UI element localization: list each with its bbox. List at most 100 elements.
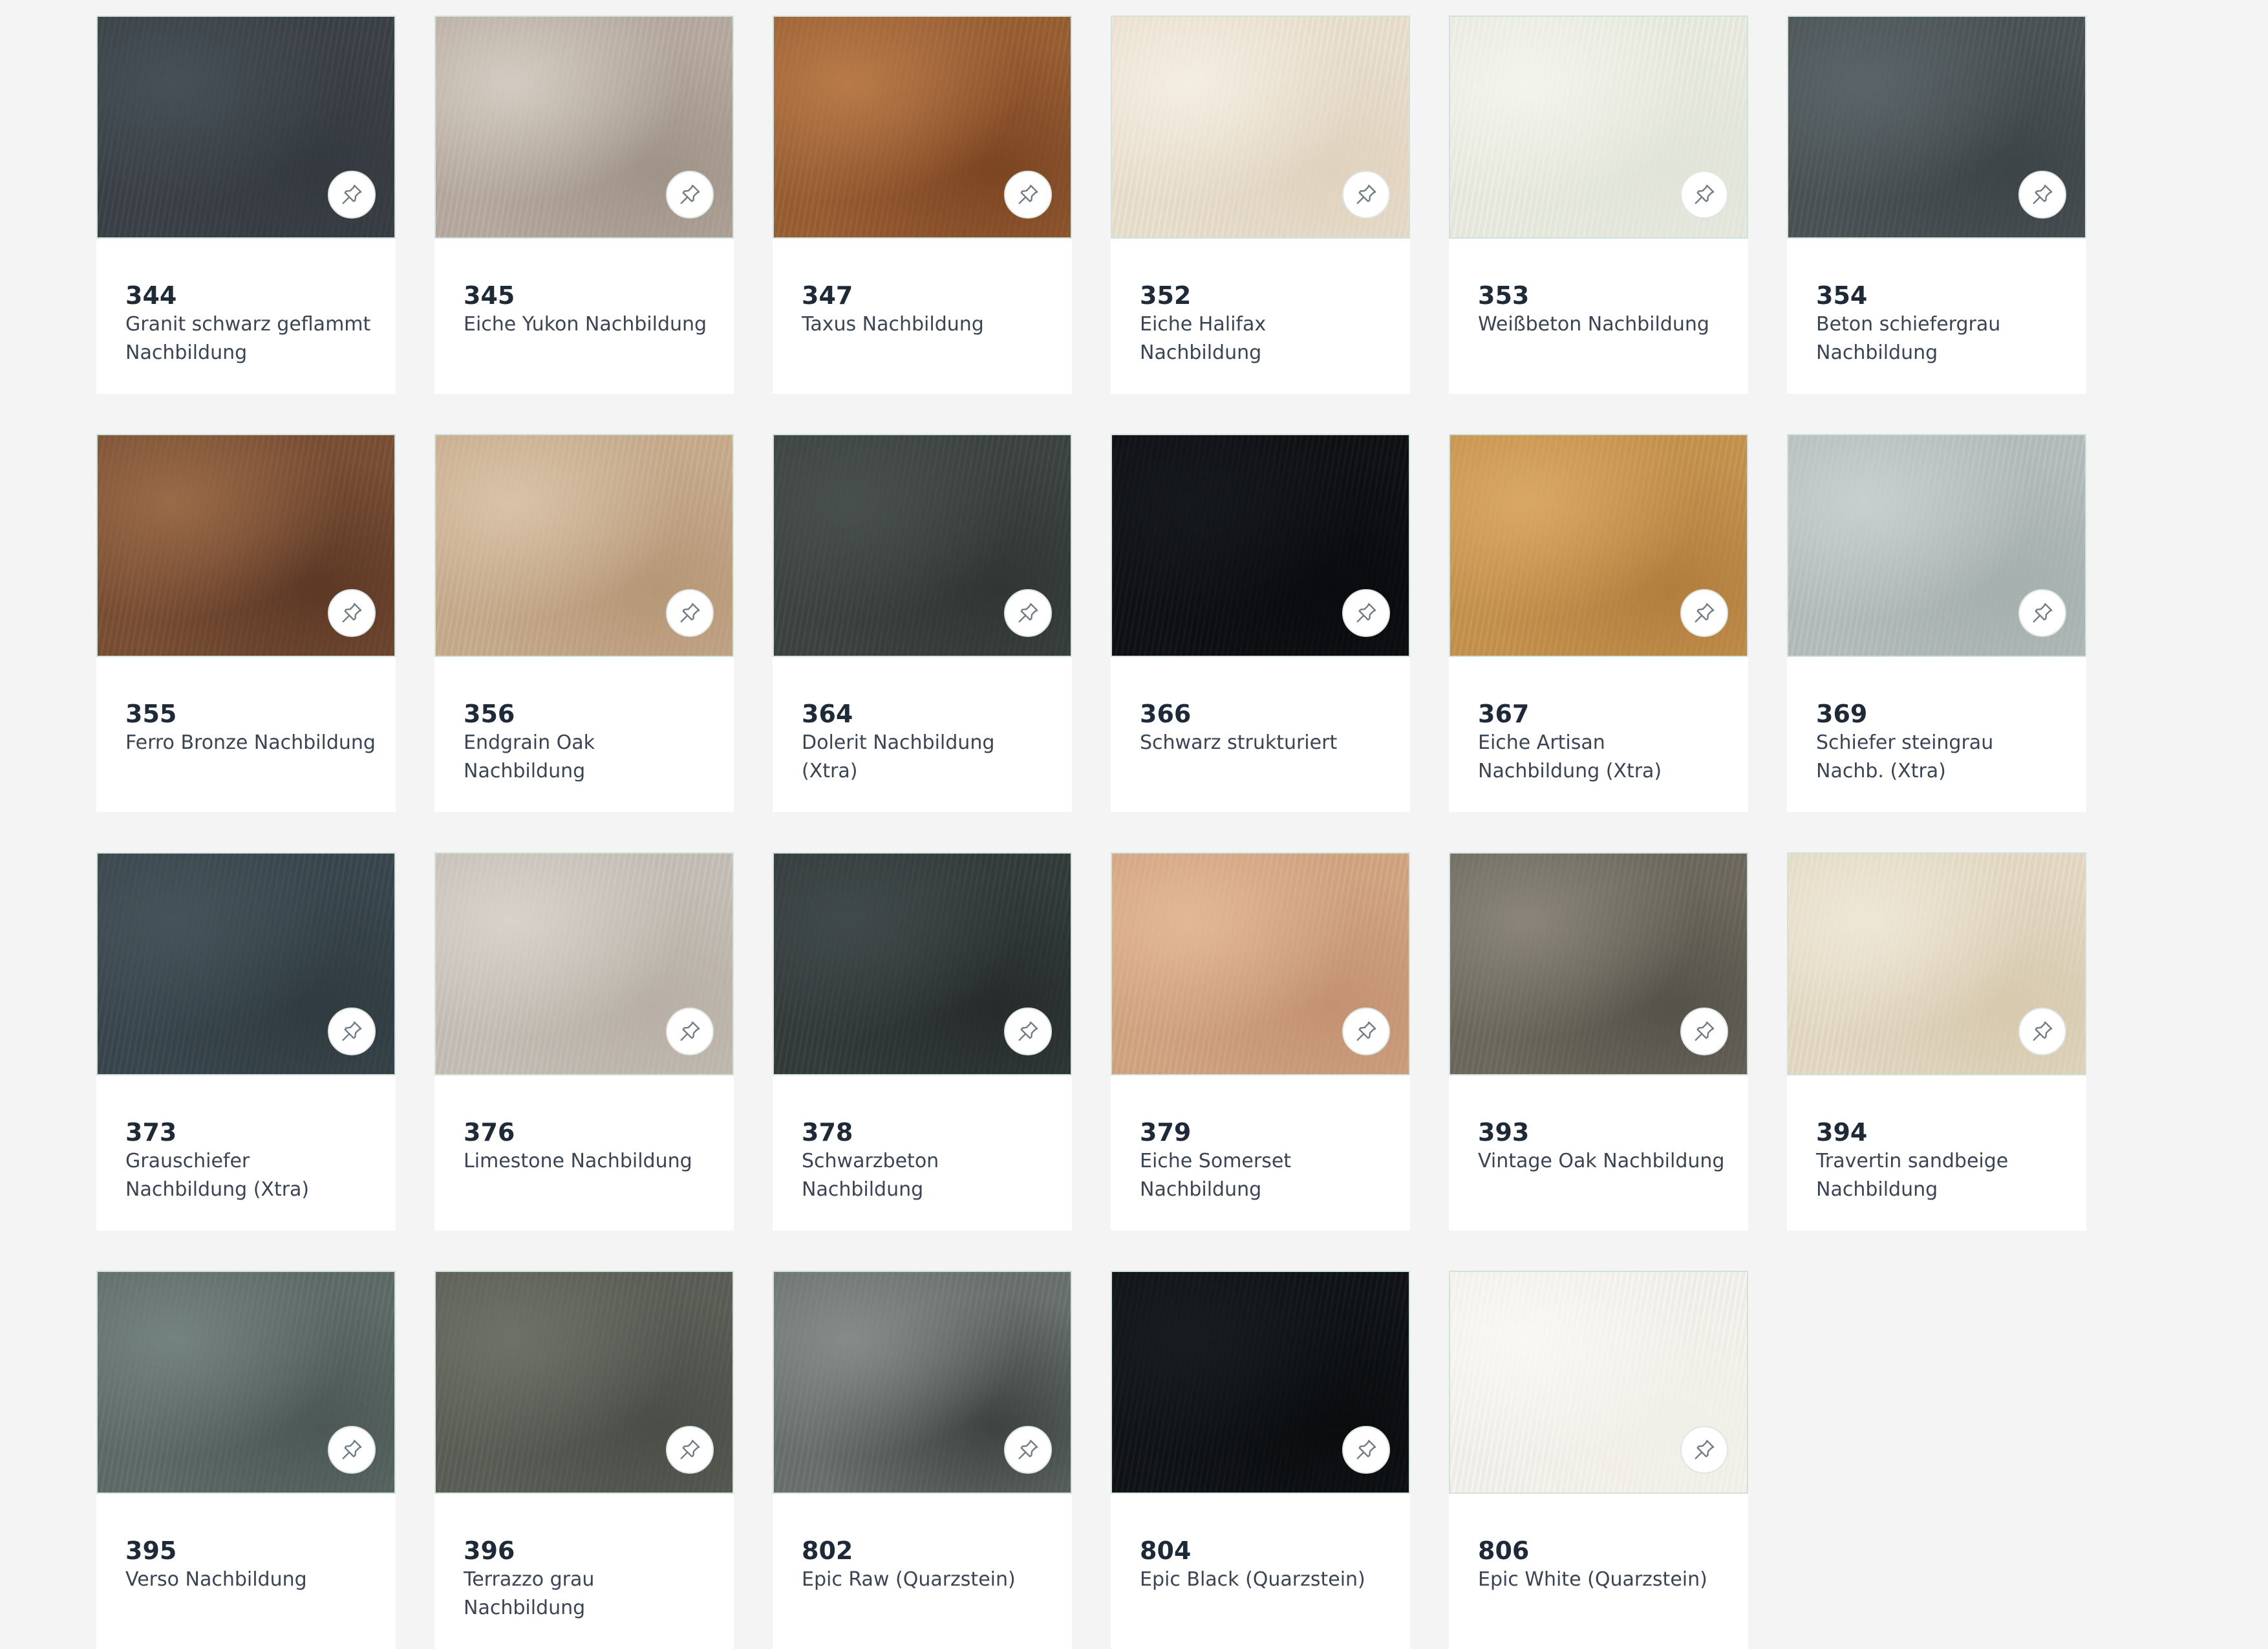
pushpin-icon xyxy=(342,184,362,204)
decor-name: Verso Nachbildung xyxy=(125,1568,307,1591)
decor-swatch-image[interactable] xyxy=(773,852,1072,1075)
decor-swatch-image[interactable] xyxy=(773,16,1072,239)
pin-button[interactable] xyxy=(1004,171,1052,219)
decor-meta: 379 Eiche Somerset Nachbildung xyxy=(1140,1117,1391,1204)
decor-name: Epic White (Quarzstein) xyxy=(1478,1568,1707,1591)
pin-button[interactable] xyxy=(2018,171,2066,219)
decor-card-802[interactable]: 802 Epic Raw (Quarzstein) xyxy=(773,1271,1072,1649)
decor-card-354[interactable]: 354 Beton schiefergrau Nachbildung xyxy=(1787,16,2086,394)
pin-button[interactable] xyxy=(1342,1426,1390,1474)
decor-swatch-image[interactable] xyxy=(1449,1271,1748,1494)
decor-swatch-image[interactable] xyxy=(773,434,1072,657)
decor-card-367[interactable]: 367 Eiche Artisan Nachbildung (Xtra) xyxy=(1449,434,1748,812)
pin-button[interactable] xyxy=(1004,589,1052,637)
decor-name: Schiefer steingrau Nachb. (Xtra) xyxy=(1816,731,1994,782)
decor-card-366[interactable]: 366 Schwarz strukturiert xyxy=(1111,434,1410,812)
decor-card-364[interactable]: 364 Dolerit Nachbildung (Xtra) xyxy=(773,434,1072,812)
decor-swatch-image[interactable] xyxy=(1449,16,1748,239)
decor-card-804[interactable]: 804 Epic Black (Quarzstein) xyxy=(1111,1271,1410,1649)
pin-button[interactable] xyxy=(1342,171,1390,219)
decor-name: Beton schiefergrau Nachbildung xyxy=(1816,313,2001,364)
decor-number: 379 xyxy=(1140,1118,1192,1147)
decor-swatch-image[interactable] xyxy=(1111,434,1410,657)
decor-number: 352 xyxy=(1140,281,1192,310)
decor-card-376[interactable]: 376 Limestone Nachbildung xyxy=(434,852,734,1231)
decor-number: 393 xyxy=(1478,1118,1530,1147)
pin-button[interactable] xyxy=(1342,589,1390,637)
pin-button[interactable] xyxy=(1680,1426,1728,1474)
decor-name: Eiche Somerset Nachbildung xyxy=(1140,1150,1292,1201)
pin-button[interactable] xyxy=(328,589,376,637)
decor-name: Schwarzbeton Nachbildung xyxy=(802,1150,939,1201)
decor-swatch-image[interactable] xyxy=(1449,852,1748,1075)
decor-card-395[interactable]: 395 Verso Nachbildung xyxy=(96,1271,396,1649)
pin-button[interactable] xyxy=(1342,1008,1390,1055)
pin-button[interactable] xyxy=(666,171,714,219)
decor-swatch-image[interactable] xyxy=(1111,852,1410,1075)
decor-card-352[interactable]: 352 Eiche Halifax Nachbildung xyxy=(1111,16,1410,394)
pin-button[interactable] xyxy=(2018,1008,2066,1055)
pin-button[interactable] xyxy=(328,1426,376,1474)
pushpin-icon xyxy=(1356,1439,1376,1460)
decor-card-347[interactable]: 347 Taxus Nachbildung xyxy=(773,16,1072,394)
decor-swatch-image[interactable] xyxy=(96,1271,396,1494)
pushpin-icon xyxy=(2033,184,2053,204)
decor-name: Endgrain Oak Nachbildung xyxy=(464,731,595,782)
decor-swatch-image[interactable] xyxy=(1111,1271,1410,1494)
decor-number: 806 xyxy=(1478,1536,1530,1565)
decor-card-344[interactable]: 344 Granit schwarz geflammt Nachbildung xyxy=(96,16,396,394)
pin-button[interactable] xyxy=(2018,589,2066,637)
decor-card-369[interactable]: 369 Schiefer steingrau Nachb. (Xtra) xyxy=(1787,434,2086,812)
pin-button[interactable] xyxy=(666,589,714,637)
decor-card-345[interactable]: 345 Eiche Yukon Nachbildung xyxy=(434,16,734,394)
decor-card-373[interactable]: 373 Grauschiefer Nachbildung (Xtra) xyxy=(96,852,396,1231)
decor-meta: 369 Schiefer steingrau Nachb. (Xtra) xyxy=(1816,699,2067,786)
decor-swatch-image[interactable] xyxy=(434,16,734,239)
decor-swatch-image[interactable] xyxy=(1111,16,1410,239)
pushpin-icon xyxy=(1356,1021,1376,1041)
decor-swatch-image[interactable] xyxy=(96,434,396,657)
decor-swatch-image[interactable] xyxy=(1787,852,2086,1075)
decor-swatch-image[interactable] xyxy=(1787,16,2086,239)
pin-button[interactable] xyxy=(1680,1008,1728,1055)
decor-number: 353 xyxy=(1478,281,1530,310)
decor-swatch-image[interactable] xyxy=(434,852,734,1075)
pin-button[interactable] xyxy=(1004,1426,1052,1474)
decor-name: Eiche Yukon Nachbildung xyxy=(464,313,707,336)
pushpin-icon xyxy=(1695,603,1715,623)
decor-card-379[interactable]: 379 Eiche Somerset Nachbildung xyxy=(1111,852,1410,1231)
decor-name: Terrazzo grau Nachbildung xyxy=(464,1568,595,1619)
decor-card-396[interactable]: 396 Terrazzo grau Nachbildung xyxy=(434,1271,734,1649)
pushpin-icon xyxy=(1018,1439,1038,1460)
pin-button[interactable] xyxy=(1004,1008,1052,1055)
decor-number: 345 xyxy=(464,281,515,310)
decor-meta: 395 Verso Nachbildung xyxy=(125,1536,376,1594)
pin-button[interactable] xyxy=(666,1426,714,1474)
decor-swatch-image[interactable] xyxy=(96,16,396,239)
pushpin-icon xyxy=(1695,1021,1715,1041)
decor-number: 396 xyxy=(464,1536,515,1565)
decor-swatch-image[interactable] xyxy=(434,1271,734,1494)
pin-button[interactable] xyxy=(1680,589,1728,637)
decor-card-378[interactable]: 378 Schwarzbeton Nachbildung xyxy=(773,852,1072,1231)
pushpin-icon xyxy=(680,603,700,623)
decor-swatch-image[interactable] xyxy=(434,434,734,657)
decor-swatch-image[interactable] xyxy=(96,852,396,1075)
decor-swatch-image[interactable] xyxy=(773,1271,1072,1494)
decor-number: 366 xyxy=(1140,700,1192,728)
pin-button[interactable] xyxy=(1680,171,1728,219)
decor-card-355[interactable]: 355 Ferro Bronze Nachbildung xyxy=(96,434,396,812)
pin-button[interactable] xyxy=(328,1008,376,1055)
decor-swatch-image[interactable] xyxy=(1787,434,2086,657)
decor-meta: 378 Schwarzbeton Nachbildung xyxy=(802,1117,1053,1204)
decor-number: 369 xyxy=(1816,700,1868,728)
decor-card-394[interactable]: 394 Travertin sandbeige Nachbildung xyxy=(1787,852,2086,1231)
decor-card-356[interactable]: 356 Endgrain Oak Nachbildung xyxy=(434,434,734,812)
decor-card-806[interactable]: 806 Epic White (Quarzstein) xyxy=(1449,1271,1748,1649)
decor-swatch-image[interactable] xyxy=(1449,434,1748,657)
decor-number: 364 xyxy=(802,700,853,728)
pin-button[interactable] xyxy=(328,171,376,219)
decor-card-393[interactable]: 393 Vintage Oak Nachbildung xyxy=(1449,852,1748,1231)
pin-button[interactable] xyxy=(666,1008,714,1055)
decor-card-353[interactable]: 353 Weißbeton Nachbildung xyxy=(1449,16,1748,394)
